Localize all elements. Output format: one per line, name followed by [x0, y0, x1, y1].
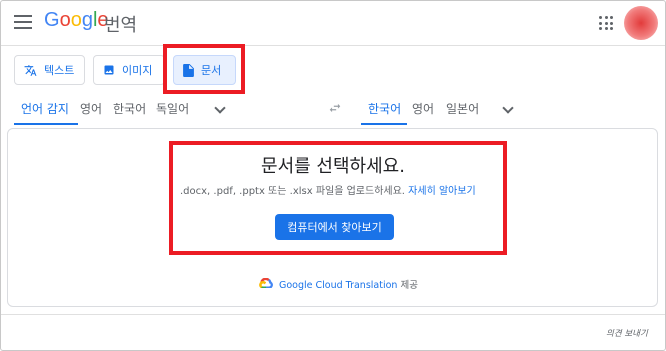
translate-icon: [24, 64, 37, 76]
text-mode-label: 텍스트: [44, 64, 75, 77]
logo-letter: g: [81, 9, 93, 31]
google-apps-icon[interactable]: [599, 16, 613, 30]
header-divider: [1, 45, 665, 46]
highlight-box-document-area: [169, 141, 507, 255]
source-lang-korean[interactable]: 한국어: [113, 100, 146, 117]
product-name: 번역: [104, 15, 138, 36]
swap-languages-icon[interactable]: [328, 101, 342, 115]
attribution-suffix: 제공: [400, 280, 418, 291]
source-lang-english[interactable]: 영어: [80, 100, 102, 117]
google-cloud-translation-link[interactable]: Google Cloud Translation: [279, 280, 397, 291]
logo-letter: o: [59, 9, 71, 31]
highlight-box-document-mode: [163, 44, 245, 94]
image-icon: [104, 65, 114, 75]
translation-attribution: Google Cloud Translation 제공: [279, 277, 418, 291]
target-lang-korean[interactable]: 한국어: [368, 100, 401, 117]
footer-divider: [1, 314, 665, 315]
source-lang-german[interactable]: 독일어: [156, 100, 189, 117]
image-mode-label: 이미지: [122, 64, 153, 77]
target-active-underline: [361, 123, 407, 125]
send-feedback-link[interactable]: 의견 보내기: [606, 327, 648, 339]
source-active-underline: [14, 123, 78, 125]
google-logo[interactable]: Google: [44, 9, 109, 37]
text-mode-button[interactable]: 텍스트: [14, 55, 85, 85]
image-mode-button[interactable]: 이미지: [93, 55, 165, 85]
logo-letter: G: [44, 9, 60, 31]
hamburger-menu-icon[interactable]: [14, 15, 32, 29]
google-cloud-icon: [259, 278, 273, 288]
account-avatar[interactable]: [624, 6, 658, 40]
target-lang-english[interactable]: 영어: [412, 100, 434, 117]
source-lang-detect[interactable]: 언어 감지: [21, 100, 69, 117]
logo-letter: o: [70, 9, 82, 31]
target-lang-japanese[interactable]: 일본어: [446, 100, 479, 117]
